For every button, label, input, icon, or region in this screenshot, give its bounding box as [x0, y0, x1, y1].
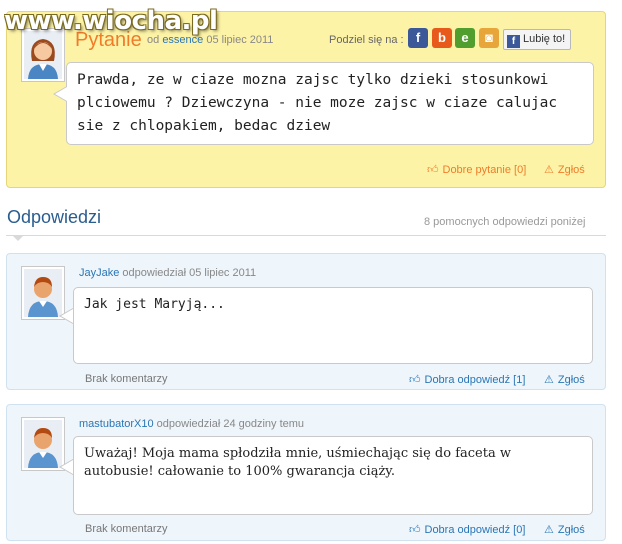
- question-box: Pytanie od essence 05 lipiec 2011 Podzie…: [6, 11, 606, 188]
- share-label: Podziel się na :: [329, 34, 404, 46]
- good-question-button[interactable]: 👍︎ Dobre pytanie [0]: [427, 163, 526, 176]
- answer-text: Uważaj! Moja mama spłodziła mnie, uśmiec…: [73, 436, 593, 515]
- divider-notch: [12, 235, 24, 241]
- report-label: Zgłoś: [557, 374, 585, 386]
- answer-box: JayJake odpowiedział 05 lipiec 2011 Jak …: [6, 253, 606, 390]
- facebook-like-icon: f: [507, 35, 520, 48]
- wykop-icon[interactable]: e: [455, 28, 475, 48]
- comments-link[interactable]: Brak komentarzy: [85, 373, 168, 385]
- avatar[interactable]: [21, 28, 65, 82]
- female-avatar-icon: [24, 31, 62, 79]
- report-icon: ⚠: [544, 373, 554, 386]
- bubble-tail-inner: [55, 87, 67, 101]
- report-icon: ⚠: [544, 163, 554, 176]
- divider: [6, 235, 606, 236]
- report-label: Zgłoś: [557, 524, 585, 536]
- report-button[interactable]: ⚠ Zgłoś: [544, 373, 585, 386]
- nk-icon[interactable]: ◙: [479, 28, 499, 48]
- answer-text: Jak jest Maryją...: [73, 287, 593, 364]
- answer-date: odpowiedział 05 lipiec 2011: [122, 267, 257, 279]
- answers-count: 8 pomocnych odpowiedzi poniżej: [424, 216, 586, 228]
- male-avatar-icon: [24, 420, 62, 468]
- good-answer-label: Dobra odpowiedź [0]: [424, 524, 526, 536]
- answers-title: Odpowiedzi: [7, 207, 102, 227]
- bubble-tail-inner: [61, 460, 73, 474]
- answer-author-link[interactable]: JayJake: [79, 267, 119, 279]
- thumbs-up-icon: 👍︎: [427, 163, 439, 176]
- blip-icon[interactable]: b: [432, 28, 452, 48]
- answer-meta: mastubatorX10 odpowiedział 24 godziny te…: [79, 418, 304, 430]
- good-answer-button[interactable]: 👍︎ Dobra odpowiedź [1]: [409, 373, 525, 386]
- good-question-label: Dobre pytanie [0]: [442, 164, 527, 176]
- answer-box: mastubatorX10 odpowiedział 24 godziny te…: [6, 404, 606, 541]
- answer-meta: JayJake odpowiedział 05 lipiec 2011: [79, 267, 256, 279]
- thumbs-up-icon: 👍︎: [409, 373, 421, 386]
- like-button[interactable]: f Lubię to!: [503, 29, 572, 50]
- comments-link[interactable]: Brak komentarzy: [85, 523, 168, 535]
- facebook-icon[interactable]: f: [408, 28, 428, 48]
- report-icon: ⚠: [544, 523, 554, 536]
- good-answer-button[interactable]: 👍︎ Dobra odpowiedź [0]: [409, 523, 525, 536]
- male-avatar-icon: [24, 269, 62, 317]
- bubble-tail-inner: [61, 309, 73, 323]
- watermark: www.wiocha.pl: [4, 6, 218, 36]
- report-button[interactable]: ⚠ Zgłoś: [544, 163, 585, 176]
- report-button[interactable]: ⚠ Zgłoś: [544, 523, 585, 536]
- question-text: Prawda, ze w ciaze mozna zajsc tylko dzi…: [66, 62, 594, 145]
- answer-author-link[interactable]: mastubatorX10: [79, 418, 154, 430]
- answer-date: odpowiedział 24 godziny temu: [156, 418, 305, 430]
- like-label: Lubię to!: [523, 33, 566, 45]
- thumbs-up-icon: 👍︎: [409, 523, 421, 536]
- good-answer-label: Dobra odpowiedź [1]: [424, 374, 526, 386]
- report-label: Zgłoś: [557, 164, 585, 176]
